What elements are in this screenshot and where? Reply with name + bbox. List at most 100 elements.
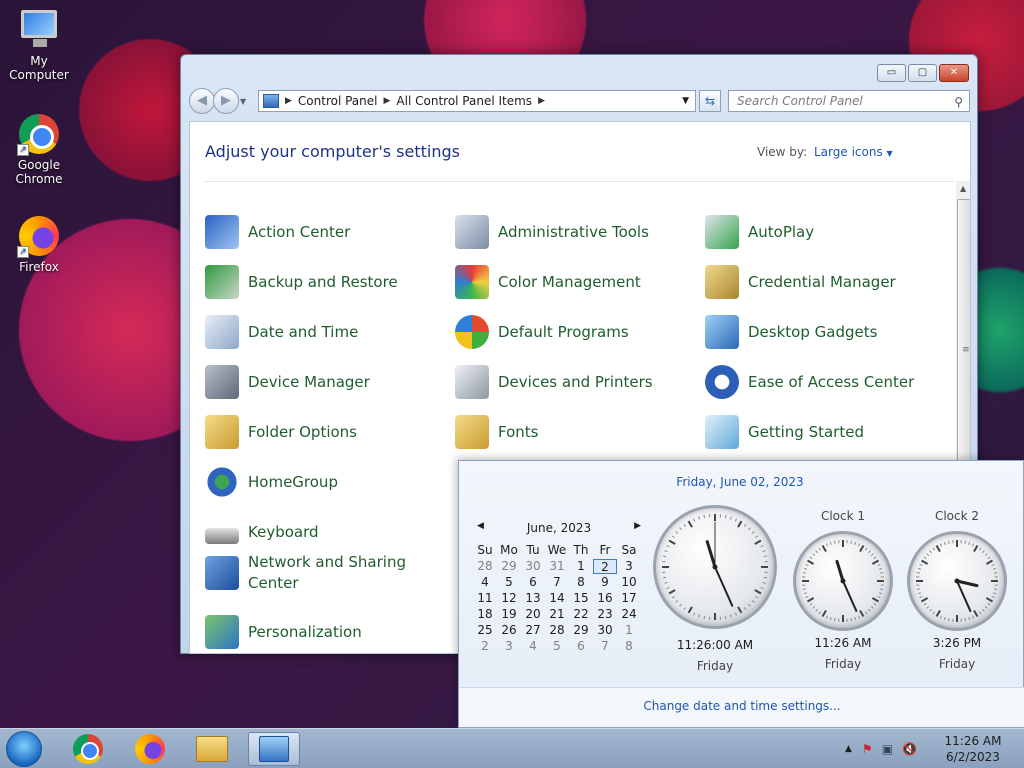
cp-item-fonts[interactable]: Fonts bbox=[455, 414, 538, 450]
view-by-dropdown[interactable]: Large icons ▼ bbox=[814, 145, 893, 159]
calendar-day[interactable]: 26 bbox=[497, 623, 521, 638]
cp-item-personalization[interactable]: Personalization bbox=[205, 614, 362, 650]
calendar-day[interactable]: 18 bbox=[473, 607, 497, 622]
prev-month-icon[interactable]: ◀ bbox=[473, 521, 484, 535]
calendar-day[interactable]: 17 bbox=[617, 591, 641, 606]
search-icon[interactable]: ⚲ bbox=[954, 92, 963, 112]
calendar-day[interactable]: 10 bbox=[617, 575, 641, 590]
cp-item-autoplay[interactable]: AutoPlay bbox=[705, 214, 814, 250]
desktop-icon-google-chrome[interactable]: ↗ Google Chrome bbox=[0, 112, 78, 186]
calendar-day[interactable]: 30 bbox=[521, 559, 545, 574]
calendar-day[interactable]: 14 bbox=[545, 591, 569, 606]
calendar-day[interactable]: 27 bbox=[521, 623, 545, 638]
calendar-day[interactable]: 3 bbox=[497, 639, 521, 654]
month-label[interactable]: June, 2023 bbox=[527, 521, 591, 535]
clock-local-time: 11:26:00 AM bbox=[676, 638, 754, 652]
chevron-right-icon[interactable]: ▶ bbox=[538, 96, 545, 106]
chevron-right-icon[interactable]: ▶ bbox=[285, 96, 292, 106]
clock-tick bbox=[859, 544, 865, 553]
cp-item-default-programs[interactable]: Default Programs bbox=[455, 314, 629, 350]
cp-item-date-and-time[interactable]: Date and Time bbox=[205, 314, 358, 350]
calendar-day[interactable]: 5 bbox=[545, 639, 569, 654]
calendar-day[interactable]: 7 bbox=[545, 575, 569, 590]
calendar-day[interactable]: 11 bbox=[473, 591, 497, 606]
cp-item-network-and-sharing-center[interactable]: Network and Sharing Center bbox=[205, 552, 406, 598]
taskbar-control-panel[interactable] bbox=[248, 732, 300, 766]
calendar-day[interactable]: 12 bbox=[497, 591, 521, 606]
long-date-link[interactable]: Friday, June 02, 2023 bbox=[459, 475, 1024, 489]
action-center-flag-icon[interactable]: ⚑ bbox=[862, 742, 873, 756]
cp-item-credential-manager[interactable]: Credential Manager bbox=[705, 264, 896, 300]
calendar-day[interactable]: 25 bbox=[473, 623, 497, 638]
cp-item-keyboard[interactable]: Keyboard bbox=[205, 514, 319, 550]
forward-button[interactable]: ▶ bbox=[213, 88, 239, 114]
search-input[interactable]: Search Control Panel ⚲ bbox=[728, 90, 970, 112]
cp-item-getting-started[interactable]: Getting Started bbox=[705, 414, 864, 450]
cp-item-folder-options[interactable]: Folder Options bbox=[205, 414, 357, 450]
calendar-day[interactable]: 2 bbox=[593, 559, 617, 574]
taskbar-explorer[interactable] bbox=[186, 732, 238, 766]
calendar-day[interactable]: 4 bbox=[473, 575, 497, 590]
calendar-day[interactable]: 9 bbox=[593, 575, 617, 590]
scrollbar-thumb[interactable]: ≡ bbox=[957, 199, 970, 481]
cp-item-administrative-tools[interactable]: Administrative Tools bbox=[455, 214, 649, 250]
change-date-time-settings-link[interactable]: Change date and time settings... bbox=[459, 699, 1024, 713]
calendar-day[interactable]: 4 bbox=[521, 639, 545, 654]
chevron-right-icon[interactable]: ▶ bbox=[384, 96, 391, 106]
calendar-day[interactable]: 1 bbox=[569, 559, 593, 574]
next-month-icon[interactable]: ▶ bbox=[634, 521, 645, 535]
calendar-day[interactable]: 29 bbox=[497, 559, 521, 574]
close-button[interactable]: ✕ bbox=[939, 64, 969, 82]
calendar-day[interactable]: 16 bbox=[593, 591, 617, 606]
network-icon[interactable]: ▣ bbox=[882, 742, 893, 756]
calendar-day[interactable]: 28 bbox=[545, 623, 569, 638]
taskbar-clock[interactable]: 11:26 AM 6/2/2023 bbox=[930, 733, 1016, 765]
calendar-day[interactable]: 28 bbox=[473, 559, 497, 574]
calendar-day[interactable]: 22 bbox=[569, 607, 593, 622]
cp-item-backup-and-restore[interactable]: Backup and Restore bbox=[205, 264, 398, 300]
breadcrumb-all-items[interactable]: All Control Panel Items bbox=[396, 94, 532, 108]
calendar-day[interactable]: 20 bbox=[521, 607, 545, 622]
scroll-up-icon[interactable]: ▲ bbox=[960, 184, 966, 193]
calendar-day[interactable]: 31 bbox=[545, 559, 569, 574]
minimize-button[interactable]: ▭ bbox=[877, 64, 906, 82]
cp-item-devices-and-printers[interactable]: Devices and Printers bbox=[455, 364, 653, 400]
calendar-day[interactable]: 15 bbox=[569, 591, 593, 606]
cp-item-color-management[interactable]: Color Management bbox=[455, 264, 641, 300]
taskbar-chrome[interactable] bbox=[62, 732, 114, 766]
volume-muted-icon[interactable]: 🔇 bbox=[902, 742, 917, 756]
calendar-day[interactable]: 6 bbox=[521, 575, 545, 590]
cp-item-action-center[interactable]: Action Center bbox=[205, 214, 350, 250]
breadcrumb-control-panel[interactable]: Control Panel bbox=[298, 94, 378, 108]
calendar-day[interactable]: 23 bbox=[593, 607, 617, 622]
back-button[interactable]: ◀ bbox=[189, 88, 215, 114]
desktop-icon-firefox[interactable]: ↗ Firefox bbox=[0, 214, 78, 274]
recent-pages-dropdown[interactable]: ▼ bbox=[240, 97, 246, 106]
calendar-day[interactable]: 8 bbox=[617, 639, 641, 654]
calendar-day[interactable]: 29 bbox=[569, 623, 593, 638]
refresh-button[interactable]: ⇆ bbox=[699, 90, 721, 112]
calendar-day[interactable]: 21 bbox=[545, 607, 569, 622]
calendar-day[interactable]: 24 bbox=[617, 607, 641, 622]
calendar-day[interactable]: 8 bbox=[569, 575, 593, 590]
maximize-button[interactable]: ▢ bbox=[908, 64, 937, 82]
calendar-day[interactable]: 3 bbox=[617, 559, 641, 574]
start-button[interactable] bbox=[6, 731, 42, 767]
taskbar-firefox[interactable] bbox=[124, 732, 176, 766]
address-bar[interactable]: ▶ Control Panel ▶ All Control Panel Item… bbox=[258, 90, 696, 112]
desktop-icon-my-computer[interactable]: My Computer bbox=[0, 8, 78, 82]
cp-item-device-manager[interactable]: Device Manager bbox=[205, 364, 370, 400]
calendar-day[interactable]: 19 bbox=[497, 607, 521, 622]
calendar-day[interactable]: 6 bbox=[569, 639, 593, 654]
calendar-day[interactable]: 30 bbox=[593, 623, 617, 638]
cp-item-homegroup[interactable]: HomeGroup bbox=[205, 464, 338, 500]
calendar-day[interactable]: 13 bbox=[521, 591, 545, 606]
calendar-day[interactable]: 5 bbox=[497, 575, 521, 590]
calendar-day[interactable]: 2 bbox=[473, 639, 497, 654]
calendar-day[interactable]: 1 bbox=[617, 623, 641, 638]
show-hidden-icons-icon[interactable]: ▲ bbox=[845, 744, 852, 754]
cp-item-desktop-gadgets[interactable]: Desktop Gadgets bbox=[705, 314, 877, 350]
calendar-day[interactable]: 7 bbox=[593, 639, 617, 654]
cp-item-ease-of-access-center[interactable]: Ease of Access Center bbox=[705, 364, 914, 400]
address-dropdown-icon[interactable]: ▼ bbox=[682, 96, 689, 106]
